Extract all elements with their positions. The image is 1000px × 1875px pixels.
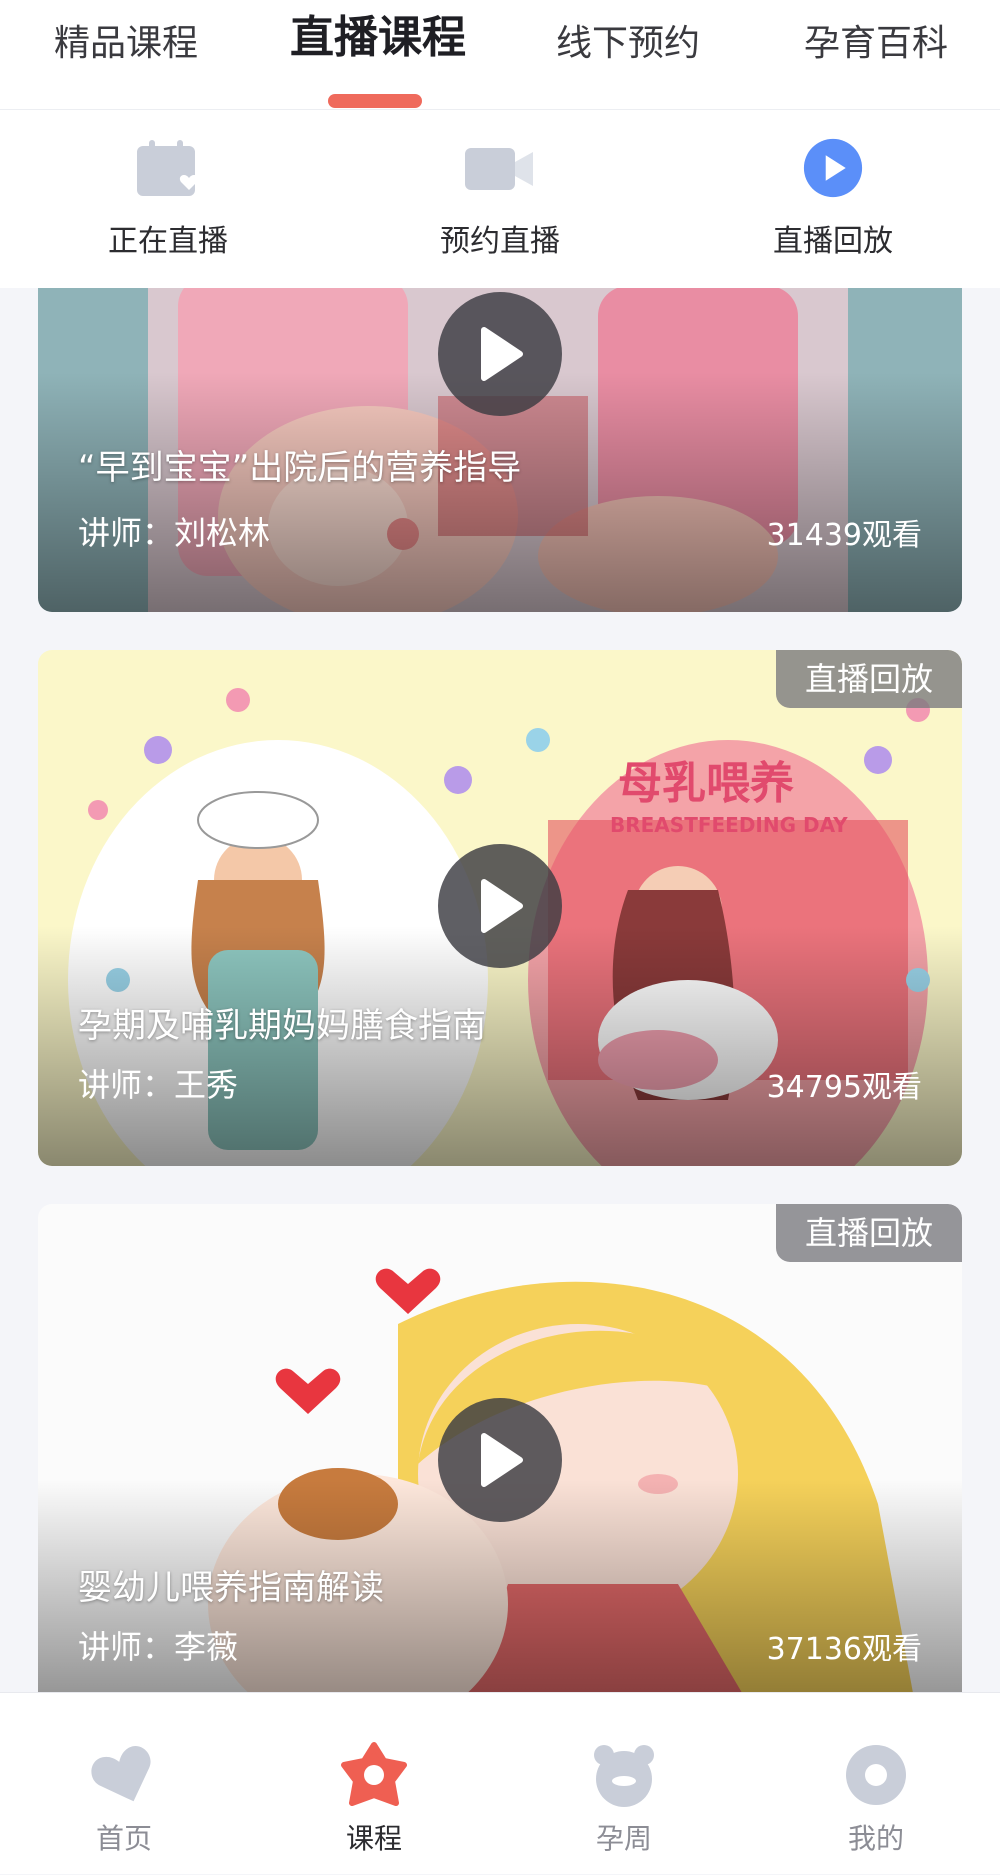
filter-live-now-label: 正在直播 [108,224,228,259]
pregnancy-week-icon [594,1745,654,1807]
course-title: 孕期及哺乳期妈妈膳食指南 [78,1006,486,1046]
top-tab-bar: 精品课程 直播课程 线下预约 孕育百科 [0,0,1000,110]
art-title: 母乳喂养 [618,758,794,809]
course-lecturer: 讲师：王秀 [78,1066,239,1104]
filter-live-now[interactable]: 正在直播 [68,138,268,260]
play-button[interactable] [438,1398,562,1522]
nav-courses[interactable]: 课程 [274,1693,474,1875]
nav-pregnancy-week-label: 孕周 [595,1822,652,1855]
replay-badge: 直播回放 [776,1204,962,1262]
calendar-icon [133,138,203,198]
nav-home[interactable]: 首页 [24,1693,224,1875]
filter-replay-label: 直播回放 [773,224,893,259]
play-icon [481,1433,523,1487]
tab-parenting-encyclopedia[interactable]: 孕育百科 [804,14,948,74]
play-button[interactable] [438,292,562,416]
filter-scheduled-live-label: 预约直播 [440,224,560,259]
tab-premium-courses[interactable]: 精品课程 [54,14,198,74]
play-icon [481,327,523,381]
course-title: 婴幼儿喂养指南解读 [78,1568,384,1608]
course-view-count: 37136观看 [766,1632,922,1667]
nav-profile[interactable]: 我的 [776,1693,976,1875]
replay-badge: 直播回放 [776,650,962,708]
tab-live-courses[interactable]: 直播课程 [290,8,466,68]
course-lecturer: 讲师：刘松林 [78,514,271,552]
filter-scheduled-live[interactable]: 预约直播 [400,138,600,260]
filter-replay[interactable]: 直播回放 [733,138,933,260]
play-circle-icon [798,138,868,198]
nav-home-label: 首页 [95,1822,152,1855]
tab-offline-booking[interactable]: 线下预约 [556,14,700,74]
profile-icon [846,1745,906,1805]
course-lecturer: 讲师：李薇 [78,1628,239,1666]
play-button[interactable] [438,844,562,968]
course-card[interactable]: “早到宝宝”出院后的营养指导 讲师：刘松林 31439观看 [38,288,962,612]
home-icon [91,1746,151,1802]
live-filter-bar: 正在直播 预约直播 直播回放 [0,110,1000,288]
course-title: “早到宝宝”出院后的营养指导 [78,448,522,488]
course-card[interactable]: 直播回放 婴幼儿喂养指南解读 讲师：李薇 37136观看 [38,1204,962,1692]
course-star-icon [341,1742,407,1806]
bottom-nav: 首页 课程 孕周 我的 [0,1692,1000,1874]
course-list: “早到宝宝”出院后的营养指导 讲师：刘松林 31439观看 母乳喂养 BREAS… [0,288,1000,1692]
nav-profile-label: 我的 [847,1822,904,1855]
active-tab-indicator [328,94,422,108]
nav-pregnancy-week[interactable]: 孕周 [524,1693,724,1875]
art-subtitle: BREASTFEEDING DAY [610,813,848,837]
course-view-count: 31439观看 [766,518,922,553]
video-camera-icon [465,138,535,198]
play-icon [481,879,523,933]
course-card[interactable]: 母乳喂养 BREASTFEEDING DAY 直播回放 孕期及哺乳期妈妈膳食指南… [38,650,962,1166]
course-view-count: 34795观看 [766,1070,922,1105]
nav-courses-label: 课程 [345,1822,402,1855]
